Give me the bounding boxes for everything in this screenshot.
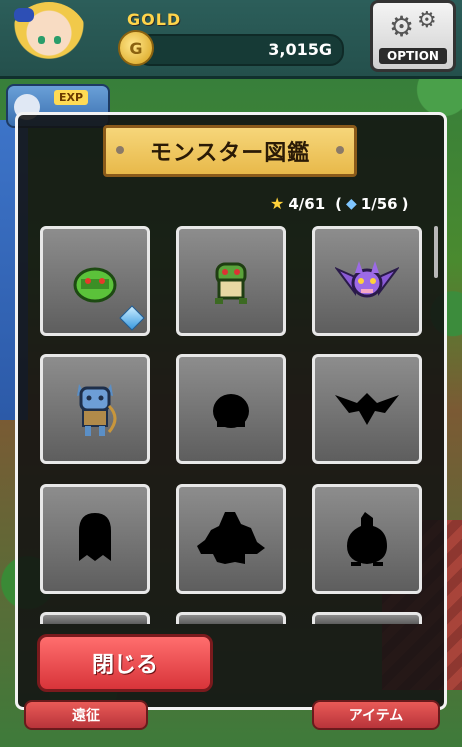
monster-card-partial[interactable] bbox=[312, 612, 422, 624]
monster-card-partial[interactable] bbox=[176, 612, 286, 624]
gold-coin-icon: G bbox=[118, 30, 154, 66]
monster-card-silhouette-bird[interactable] bbox=[312, 354, 422, 464]
option-label: OPTION bbox=[379, 48, 447, 64]
blue-goblin-archer-icon bbox=[77, 384, 117, 436]
bg-tab-right: アイテム bbox=[312, 700, 440, 730]
gold-value: 3,015G bbox=[268, 40, 332, 59]
monster-card-green-lizard[interactable] bbox=[176, 226, 286, 336]
bg-tab-left: 遠征 bbox=[24, 700, 148, 730]
collection-counts: ★ 4/61 ( ◆ 1/56 ) bbox=[270, 194, 409, 213]
purple-bat-icon bbox=[335, 261, 399, 298]
monster-card-blue-goblin[interactable] bbox=[40, 354, 150, 464]
exp-label: EXP bbox=[54, 90, 89, 105]
star-count: 4/61 bbox=[288, 194, 326, 213]
monster-card-silhouette-ghost[interactable] bbox=[40, 484, 150, 594]
green-lizard-icon bbox=[215, 262, 247, 304]
gold-label: GOLD bbox=[127, 10, 182, 29]
unknown-ghost-silhouette-icon bbox=[79, 513, 111, 561]
gear-icon: ⚙ bbox=[389, 10, 415, 43]
hair-ribbon-icon bbox=[14, 8, 34, 22]
gear-icon-small: ⚙ bbox=[417, 8, 437, 33]
modal-title-plate: モンスター図鑑 bbox=[103, 125, 357, 177]
monster-card-silhouette-blob[interactable] bbox=[176, 354, 286, 464]
star-icon: ★ bbox=[270, 194, 285, 213]
modal-title: モンスター図鑑 bbox=[149, 141, 311, 166]
gold-display: 3,015G bbox=[136, 34, 344, 66]
close-button[interactable]: 閉じる bbox=[37, 634, 213, 692]
gem-badge-icon bbox=[119, 305, 145, 331]
monster-card-silhouette-creature[interactable] bbox=[312, 484, 422, 594]
player-avatar[interactable] bbox=[10, 2, 88, 76]
gem-count: 1/56 bbox=[360, 194, 398, 213]
scrollbar[interactable] bbox=[434, 226, 438, 278]
monster-card-partial[interactable] bbox=[40, 612, 150, 624]
unknown-beast-silhouette-icon bbox=[197, 512, 265, 564]
monster-card-purple-bat[interactable] bbox=[312, 226, 422, 336]
unknown-bird-silhouette-icon bbox=[335, 393, 399, 425]
monster-card-silhouette-beast[interactable] bbox=[176, 484, 286, 594]
option-button[interactable]: ⚙ ⚙ OPTION bbox=[370, 0, 456, 72]
unknown-blob-silhouette-icon bbox=[213, 394, 249, 428]
avatar-eye-left bbox=[38, 36, 45, 44]
top-hud-bar: GOLD 3,015G G ⚙ ⚙ OPTION bbox=[0, 0, 462, 79]
green-slime-icon bbox=[73, 267, 117, 303]
monster-card-green-slime[interactable] bbox=[40, 226, 150, 336]
unknown-creature-silhouette-icon bbox=[347, 512, 387, 566]
avatar-eye-right bbox=[54, 36, 61, 44]
gem-icon: ◆ bbox=[346, 195, 357, 212]
